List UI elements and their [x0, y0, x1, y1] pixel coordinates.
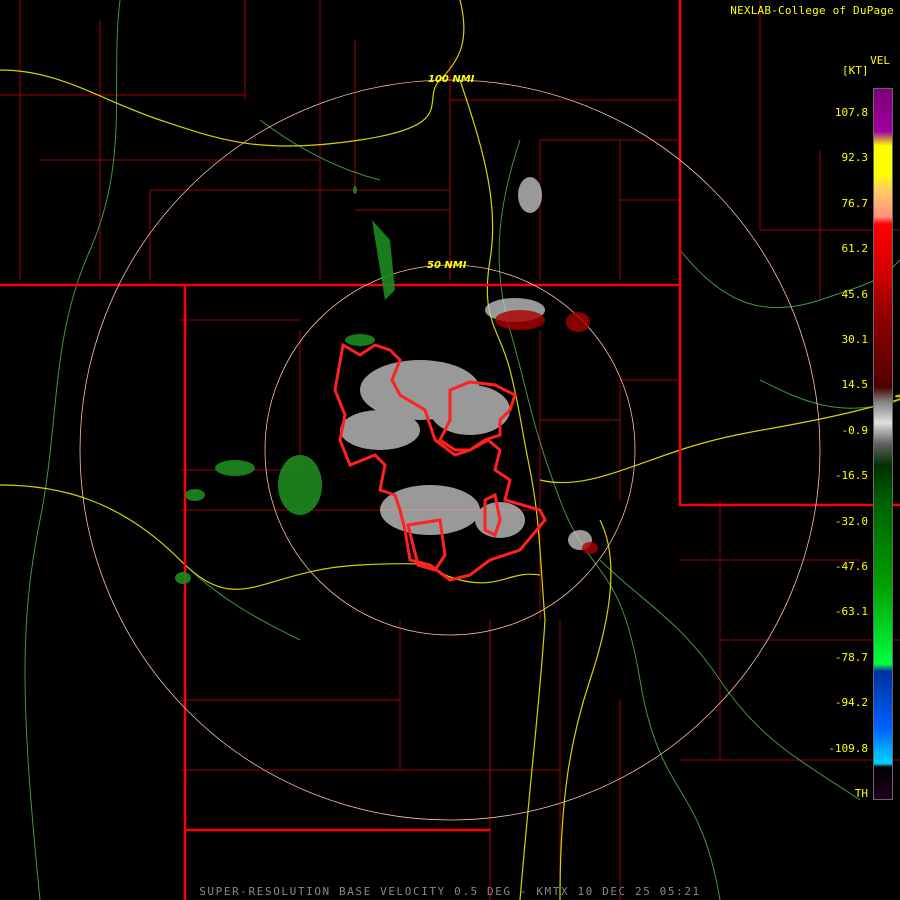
legend-tick-label: -109.8 — [828, 741, 868, 755]
legend-tick-label: -16.5 — [834, 469, 868, 483]
legend-title: VEL — [870, 54, 890, 67]
ring-label-100: 100 NMI — [428, 74, 475, 85]
legend-tick-label: -63.1 — [834, 605, 868, 619]
legend-tick-label: 107.8 — [834, 106, 868, 119]
velocity-color-bar — [873, 88, 893, 800]
legend-tick-label: 30.1 — [841, 333, 869, 346]
radar-map: 50 NMI 100 NMI — [0, 0, 900, 900]
legend-tick-label: 61.2 — [841, 242, 869, 256]
legend-tick-label: -32.0 — [834, 514, 868, 528]
product-footer: SUPER-RESOLUTION BASE VELOCITY 0.5 DEG -… — [199, 885, 701, 898]
legend-tick-label: TH — [854, 787, 868, 800]
legend-tick-label: -47.6 — [834, 560, 868, 573]
legend-tick-label: -94.2 — [834, 696, 868, 710]
legend-unit: [KT] — [842, 64, 869, 77]
velocity-returns — [175, 177, 598, 584]
ring-label-50: 50 NMI — [427, 260, 467, 271]
credit-label: NEXLAB-College of DuPage — [730, 4, 894, 17]
legend-tick-label: 14.5 — [841, 378, 869, 392]
legend-tick-label: -0.9 — [841, 423, 869, 437]
legend-tick-label: 92.3 — [841, 151, 869, 165]
legend-tick-label: 45.6 — [841, 287, 869, 301]
legend-tick-label: 76.7 — [841, 196, 869, 210]
legend-tick-label: -78.7 — [834, 650, 868, 664]
